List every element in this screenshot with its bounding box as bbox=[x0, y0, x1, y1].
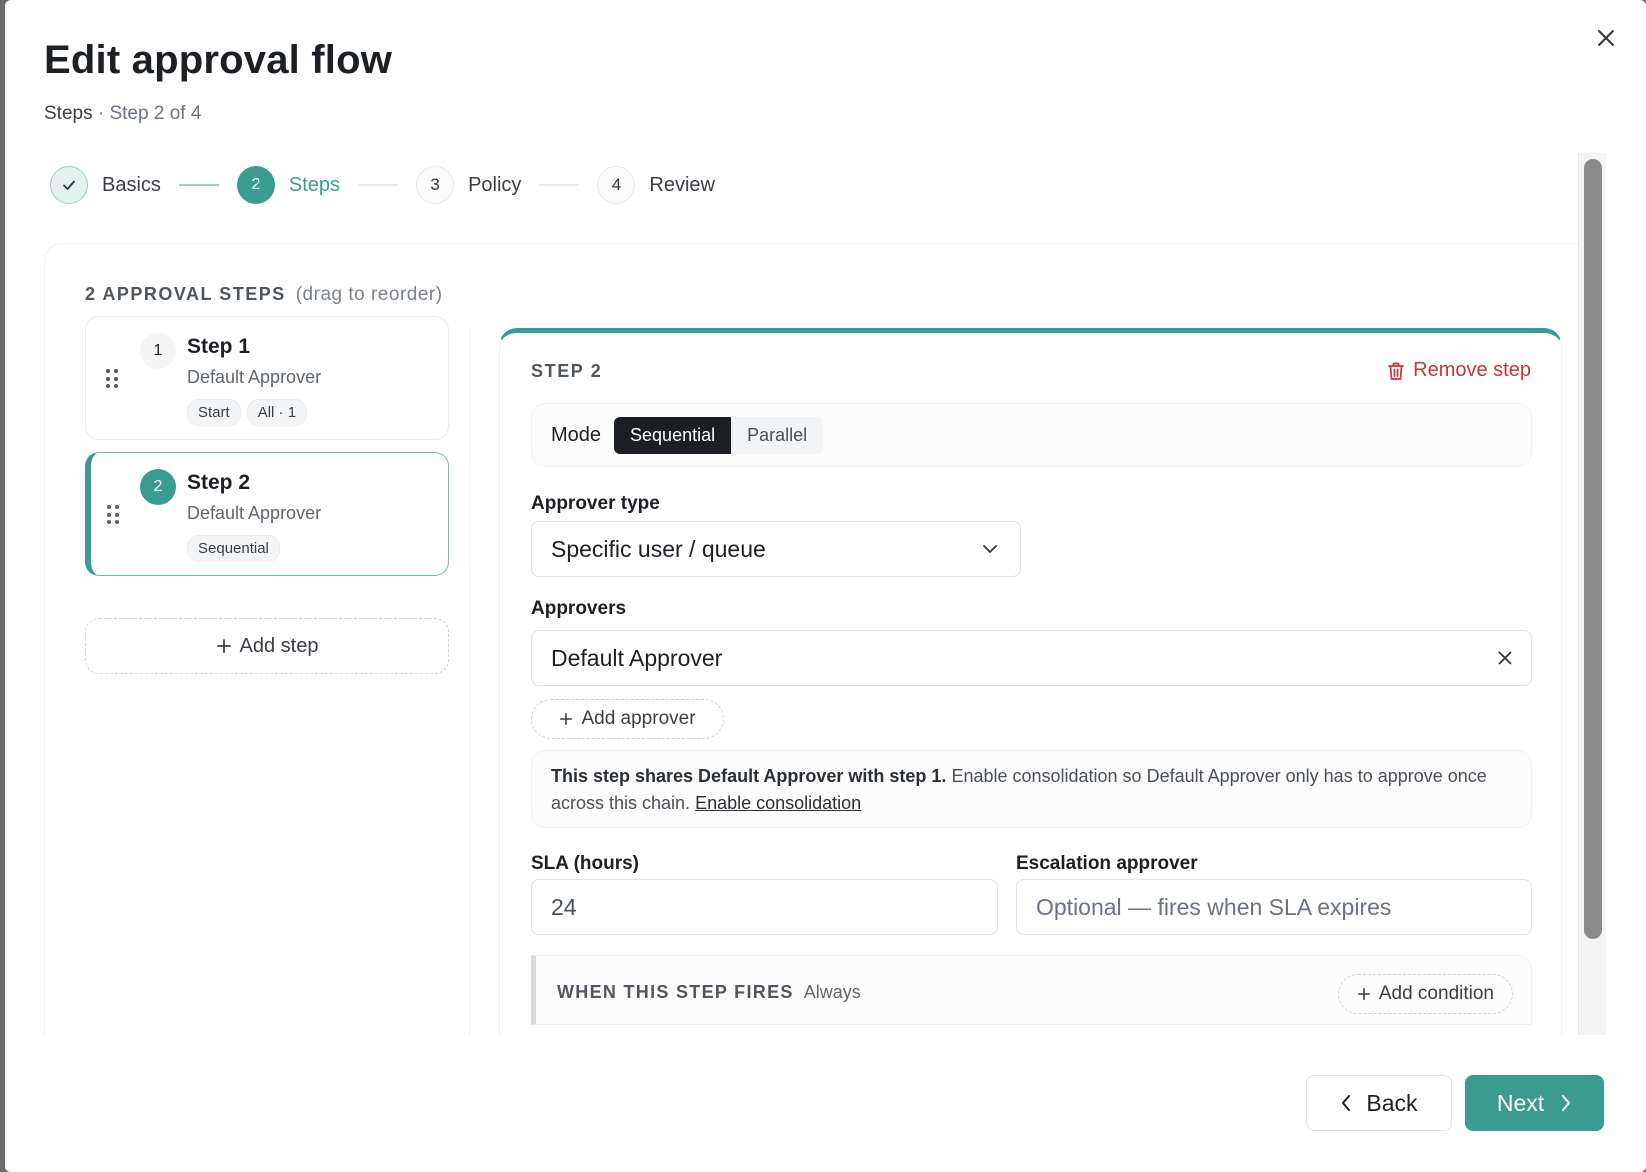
escalation-placeholder: Optional — fires when SLA expires bbox=[1036, 893, 1392, 920]
approver-field[interactable]: Default Approver bbox=[531, 630, 1532, 686]
steps-heading: 2 APPROVAL STEPS (drag to reorder) bbox=[85, 284, 443, 306]
chevron-left-icon bbox=[1342, 1095, 1351, 1111]
mode-segmented-control: Sequential Parallel bbox=[614, 416, 824, 454]
condition-title: WHEN THIS STEP FIRES Always bbox=[557, 982, 861, 1003]
stepper-number: 3 bbox=[416, 166, 455, 204]
chip-all-count: All · 1 bbox=[246, 399, 308, 426]
mode-parallel-button[interactable]: Parallel bbox=[731, 417, 823, 454]
stepper-number: 2 bbox=[236, 166, 275, 204]
mode-sequential-button[interactable]: Sequential bbox=[614, 416, 732, 454]
stepper-label: Basics bbox=[102, 173, 161, 196]
stepper-connector bbox=[358, 184, 399, 186]
chip-start: Start bbox=[187, 399, 241, 426]
step-number-badge: 2 bbox=[140, 469, 176, 505]
trash-icon bbox=[1388, 362, 1405, 380]
approver-value: Default Approver bbox=[551, 644, 723, 671]
mode-label: Mode bbox=[551, 423, 602, 446]
condition-section: WHEN THIS STEP FIRES Always Add condition bbox=[531, 955, 1532, 1025]
subtitle-section: Steps bbox=[44, 103, 93, 124]
dialog-title: Edit approval flow bbox=[44, 38, 393, 82]
steps-count-label: 2 APPROVAL STEPS bbox=[85, 284, 286, 304]
add-approver-button[interactable]: Add approver bbox=[531, 699, 724, 739]
enable-consolidation-link[interactable]: Enable consolidation bbox=[695, 793, 861, 813]
approver-type-value: Specific user / queue bbox=[551, 535, 766, 562]
plus-icon bbox=[1357, 987, 1370, 1001]
approver-type-select[interactable]: Specific user / queue bbox=[531, 521, 1021, 577]
close-icon[interactable] bbox=[1590, 22, 1622, 54]
step-card-approver: Default Approver bbox=[187, 503, 322, 523]
step-editor: STEP 2 Remove step Mode Sequential Paral… bbox=[499, 328, 1562, 1035]
sla-input[interactable]: 24 bbox=[531, 879, 998, 935]
escalation-approver-input[interactable]: Optional — fires when SLA expires bbox=[1016, 879, 1532, 935]
scrollbar[interactable] bbox=[1578, 153, 1606, 1035]
subtitle-progress: Step 2 of 4 bbox=[109, 103, 202, 124]
sla-value: 24 bbox=[551, 893, 577, 920]
stepper-label: Review bbox=[649, 173, 715, 196]
stepper-connector bbox=[539, 184, 580, 186]
back-button[interactable]: Back bbox=[1306, 1075, 1452, 1131]
wizard-stepper: Basics 2 Steps 3 Policy 4 Review bbox=[50, 165, 715, 205]
drag-handle-icon[interactable] bbox=[107, 505, 121, 525]
chevron-down-icon bbox=[983, 545, 997, 553]
drag-handle-icon[interactable] bbox=[106, 369, 120, 389]
stepper-number: 4 bbox=[597, 166, 636, 204]
add-approver-label: Add approver bbox=[581, 708, 696, 729]
add-step-button[interactable]: Add step bbox=[85, 618, 449, 674]
condition-value: Always bbox=[803, 982, 861, 1002]
consolidation-notice: This step shares Default Approver with s… bbox=[531, 750, 1532, 828]
stepper-step-steps[interactable]: 2 Steps bbox=[236, 166, 341, 204]
step-card-2[interactable]: 2 Step 2 Default Approver Sequential bbox=[85, 452, 449, 576]
stepper-step-review[interactable]: 4 Review bbox=[597, 166, 715, 204]
scrollbar-thumb[interactable] bbox=[1584, 159, 1602, 939]
stepper-step-policy[interactable]: 3 Policy bbox=[416, 166, 521, 204]
escalation-label: Escalation approver bbox=[1016, 853, 1198, 874]
step-number-badge: 1 bbox=[140, 333, 176, 369]
next-label: Next bbox=[1496, 1089, 1545, 1116]
dialog-subtitle: Steps · Step 2 of 4 bbox=[44, 103, 201, 125]
chip-sequential: Sequential bbox=[187, 535, 280, 562]
add-condition-button[interactable]: Add condition bbox=[1337, 974, 1513, 1014]
mode-row: Mode Sequential Parallel bbox=[531, 403, 1532, 467]
stepper-label: Policy bbox=[468, 173, 522, 196]
step-card-title: Step 2 bbox=[187, 471, 251, 494]
approvers-label: Approvers bbox=[531, 598, 627, 619]
stepper-connector bbox=[178, 184, 219, 186]
remove-step-label: Remove step bbox=[1413, 359, 1531, 381]
approval-flow-dialog: Edit approval flow Steps · Step 2 of 4 B… bbox=[5, 0, 1646, 1172]
dialog-footer: Back Next bbox=[5, 1035, 1646, 1172]
condition-title-text: WHEN THIS STEP FIRES bbox=[557, 982, 794, 1002]
subtitle-separator: · bbox=[92, 103, 110, 124]
step-card-chips: Start All · 1 bbox=[187, 399, 308, 426]
stepper-step-basics[interactable]: Basics bbox=[50, 166, 161, 204]
next-button[interactable]: Next bbox=[1465, 1075, 1604, 1131]
remove-step-button[interactable]: Remove step bbox=[1387, 359, 1531, 382]
step-card-chips: Sequential bbox=[187, 535, 280, 562]
add-step-label: Add step bbox=[239, 634, 319, 657]
step-card-1[interactable]: 1 Step 1 Default Approver Start All · 1 bbox=[85, 316, 449, 440]
plus-icon bbox=[216, 639, 231, 653]
approver-type-label: Approver type bbox=[531, 493, 660, 514]
back-label: Back bbox=[1366, 1089, 1418, 1116]
clear-icon[interactable] bbox=[1497, 650, 1513, 666]
editor-title: STEP 2 bbox=[531, 361, 603, 381]
steps-content-panel: 2 APPROVAL STEPS (drag to reorder) 1 Step… bbox=[44, 243, 1581, 1035]
check-icon bbox=[50, 166, 88, 204]
step-card-title: Step 1 bbox=[187, 335, 251, 358]
column-divider bbox=[469, 329, 470, 1035]
reorder-hint: (drag to reorder) bbox=[295, 284, 443, 305]
chevron-right-icon bbox=[1562, 1095, 1571, 1111]
add-condition-label: Add condition bbox=[1378, 983, 1494, 1004]
plus-icon bbox=[560, 712, 573, 726]
notice-bold: This step shares Default Approver with s… bbox=[551, 766, 947, 786]
step-card-approver: Default Approver bbox=[187, 367, 322, 387]
stepper-label: Steps bbox=[288, 173, 341, 196]
sla-label: SLA (hours) bbox=[531, 853, 640, 874]
